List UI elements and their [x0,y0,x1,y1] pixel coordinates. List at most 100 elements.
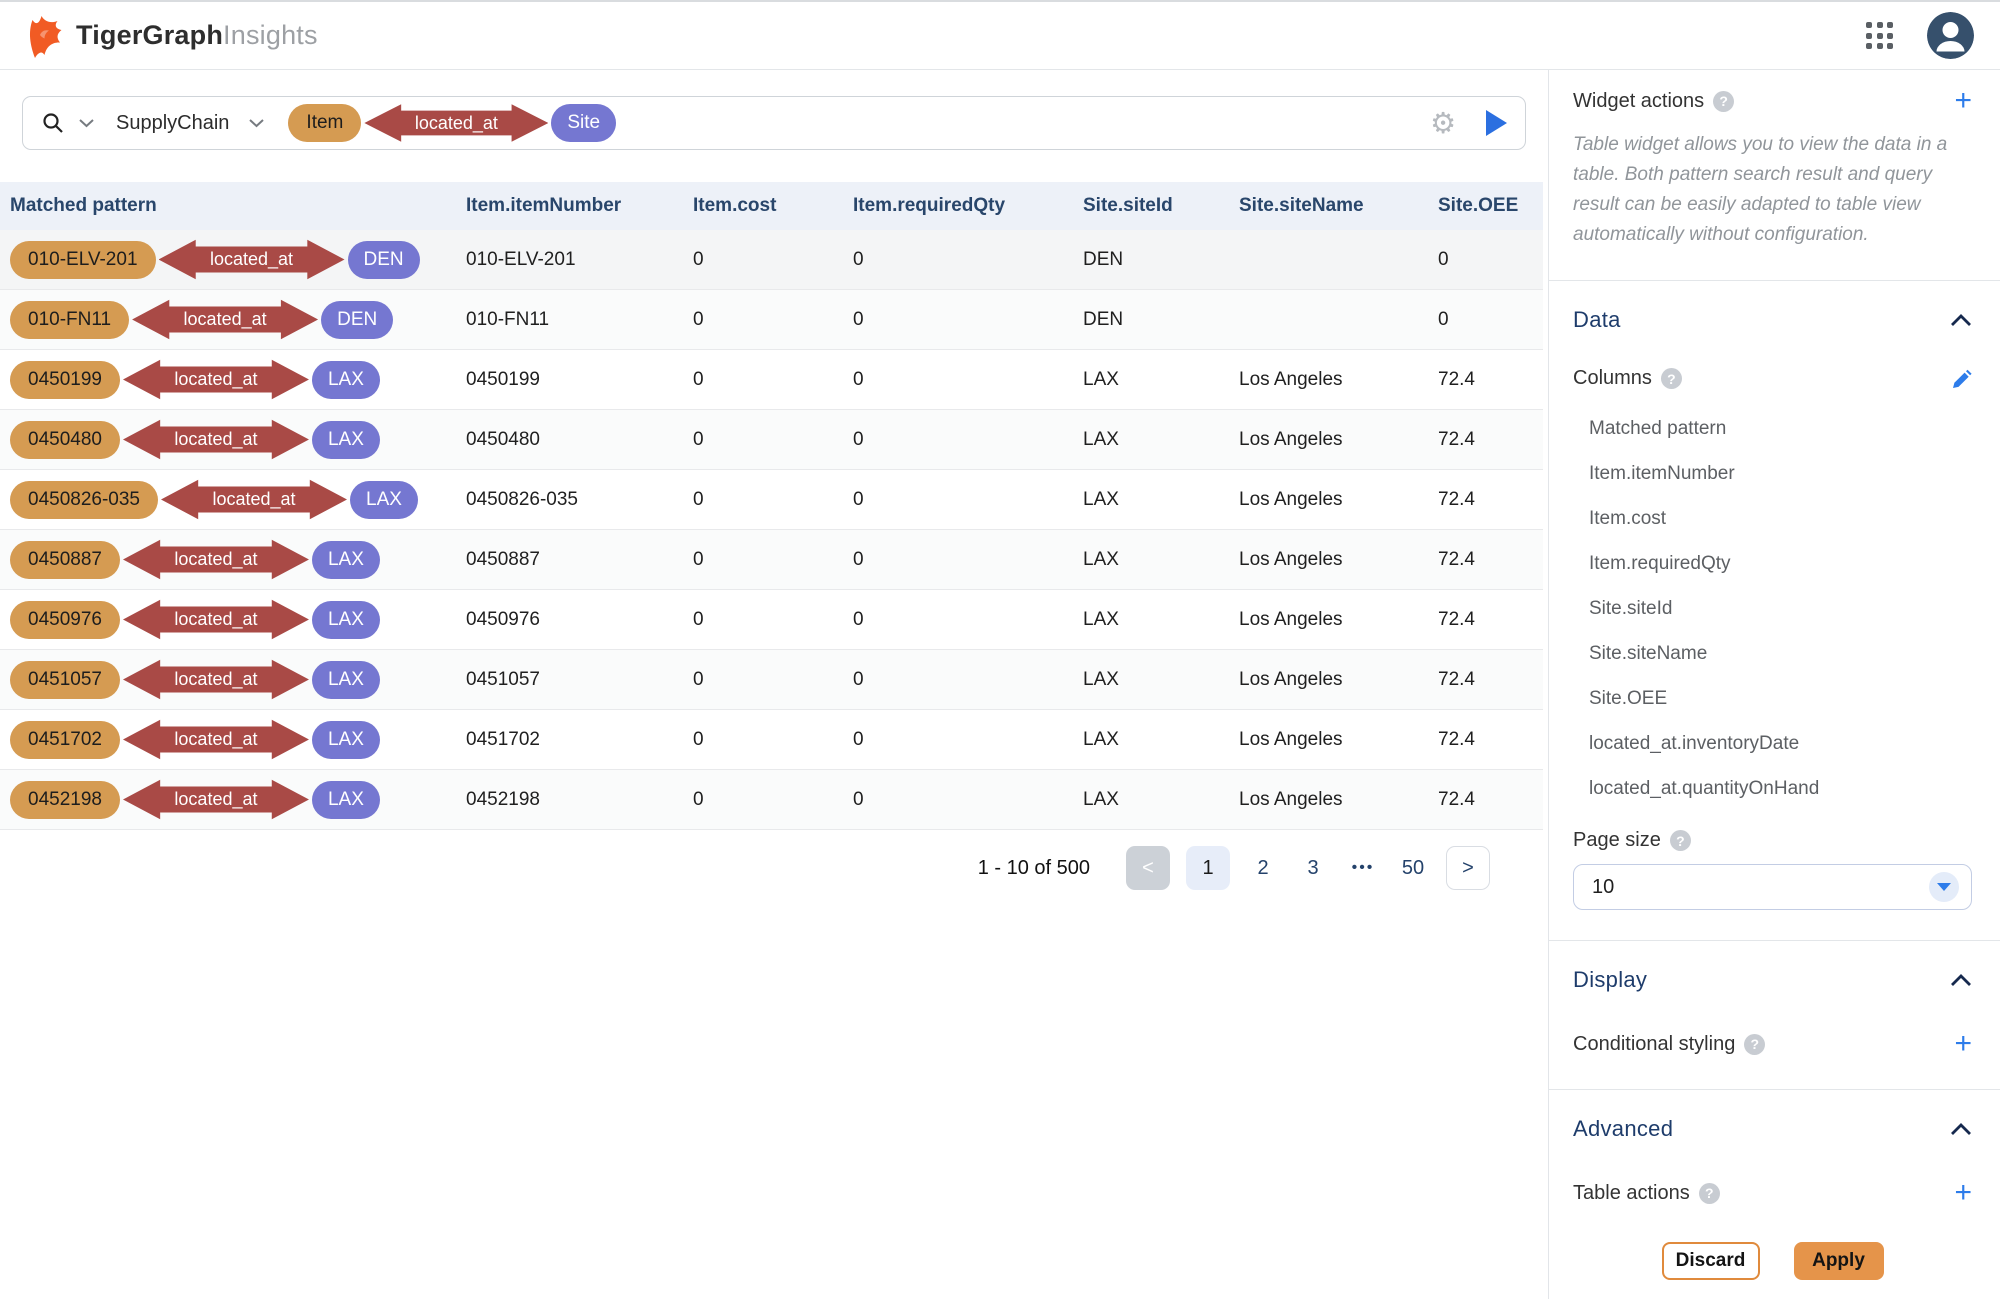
table-row[interactable]: 010-FN11located_atDEN010-FN1100DEN0 [0,290,1543,350]
table-row[interactable]: 0450199located_atLAX045019900LAXLos Ange… [0,350,1543,410]
display-collapse-icon[interactable] [1950,973,1972,987]
cell-oee: 72.4 [1428,729,1543,751]
item-vertex-badge[interactable]: 010-FN11 [10,301,129,339]
discard-button[interactable]: Discard [1662,1242,1760,1280]
cell-oee: 72.4 [1428,549,1543,571]
table-row[interactable]: 0450826-035located_atLAX0450826-03500LAX… [0,470,1543,530]
edit-columns-icon[interactable] [1952,369,1972,389]
user-avatar[interactable] [1927,12,1974,59]
column-header[interactable]: Item.requiredQty [843,195,1073,217]
site-vertex-badge[interactable]: LAX [312,781,380,819]
column-header[interactable]: Item.cost [683,195,843,217]
item-vertex-badge[interactable]: 0451702 [10,721,120,759]
item-vertex-badge[interactable]: 0450199 [10,361,120,399]
page-size-value: 10 [1592,876,1614,899]
pattern-source-badge[interactable]: Item [288,104,361,142]
located-at-edge-badge[interactable]: located_at [132,299,318,341]
graph-selector[interactable]: SupplyChain [116,112,229,135]
item-vertex-badge[interactable]: 0450826-035 [10,481,158,519]
located-at-edge-badge[interactable]: located_at [123,779,309,821]
apps-grid-icon[interactable] [1866,22,1893,49]
table-row[interactable]: 0450976located_atLAX045097600LAXLos Ange… [0,590,1543,650]
sidebar-column-item[interactable]: Site.siteId [1573,586,1972,631]
columns-help-icon[interactable]: ? [1661,368,1682,389]
advanced-collapse-icon[interactable] [1950,1122,1972,1136]
add-widget-action-icon[interactable]: + [1954,86,1972,116]
cell-oee: 72.4 [1428,789,1543,811]
column-header[interactable]: Matched pattern [0,195,456,217]
cell-siteId: LAX [1073,669,1229,691]
cell-siteId: DEN [1073,249,1229,271]
table-row[interactable]: 0452198located_atLAX045219800LAXLos Ange… [0,770,1543,830]
site-vertex-badge[interactable]: LAX [312,601,380,639]
site-vertex-badge[interactable]: LAX [312,421,380,459]
table-body: 010-ELV-201located_atDEN010-ELV-20100DEN… [0,230,1543,830]
pattern-target-badge[interactable]: Site [551,104,616,142]
site-vertex-badge[interactable]: DEN [321,301,393,339]
site-vertex-badge[interactable]: DEN [348,241,420,279]
site-vertex-badge[interactable]: LAX [312,661,380,699]
site-vertex-badge[interactable]: LAX [312,541,380,579]
add-table-action-icon[interactable]: + [1954,1178,1972,1208]
page-button-50[interactable]: 50 [1396,857,1430,880]
widget-actions-help-icon[interactable]: ? [1713,91,1734,112]
pattern-search-bar[interactable]: SupplyChain Item located_at Site ⚙ [22,96,1526,150]
cell-cost: 0 [683,609,843,631]
located-at-edge-badge[interactable]: located_at [123,419,309,461]
sidebar-column-item[interactable]: Item.cost [1573,496,1972,541]
located-at-edge-badge[interactable]: located_at [123,359,309,401]
column-header[interactable]: Site.siteName [1229,195,1428,217]
site-vertex-badge[interactable]: LAX [350,481,418,519]
sidebar-column-item[interactable]: Site.OEE [1573,676,1972,721]
located-at-edge-badge[interactable]: located_at [123,719,309,761]
sidebar-column-item[interactable]: Item.itemNumber [1573,451,1972,496]
run-search-icon[interactable] [1486,110,1507,136]
table-row[interactable]: 0450887located_atLAX045088700LAXLos Ange… [0,530,1543,590]
add-conditional-styling-icon[interactable]: + [1954,1029,1972,1059]
item-vertex-badge[interactable]: 010-ELV-201 [10,241,156,279]
located-at-edge-badge[interactable]: located_at [123,659,309,701]
column-header[interactable]: Site.siteId [1073,195,1229,217]
located-at-edge-badge[interactable]: located_at [123,599,309,641]
located-at-edge-badge[interactable]: located_at [161,479,347,521]
gear-icon[interactable]: ⚙ [1430,109,1456,138]
page-button-3[interactable]: 3 [1296,857,1330,880]
item-vertex-badge[interactable]: 0450887 [10,541,120,579]
sidebar-column-item[interactable]: Matched pattern [1573,406,1972,451]
conditional-styling-help-icon[interactable]: ? [1744,1034,1765,1055]
search-icon[interactable] [41,111,65,135]
table-row[interactable]: 010-ELV-201located_atDEN010-ELV-20100DEN… [0,230,1543,290]
located-at-edge-badge[interactable]: located_at [123,539,309,581]
column-header[interactable]: Site.OEE [1428,195,1543,217]
cell-oee: 72.4 [1428,609,1543,631]
site-vertex-badge[interactable]: LAX [312,721,380,759]
table-actions-help-icon[interactable]: ? [1699,1183,1720,1204]
table-row[interactable]: 0451057located_atLAX045105700LAXLos Ange… [0,650,1543,710]
table-row[interactable]: 0451702located_atLAX045170200LAXLos Ange… [0,710,1543,770]
page-ellipsis[interactable]: ••• [1346,859,1380,877]
page-size-help-icon[interactable]: ? [1670,830,1691,851]
item-vertex-badge[interactable]: 0452198 [10,781,120,819]
page-size-select[interactable]: 10 [1573,864,1972,910]
next-page-button[interactable]: > [1446,846,1490,890]
page-button-2[interactable]: 2 [1246,857,1280,880]
sidebar-column-item[interactable]: Site.siteName [1573,631,1972,676]
graph-selector-chevron-icon[interactable] [249,118,264,128]
prev-page-button[interactable]: < [1126,846,1170,890]
search-mode-chevron-icon[interactable] [79,118,94,128]
sidebar-column-item[interactable]: located_at.quantityOnHand [1573,766,1972,811]
item-vertex-badge[interactable]: 0450976 [10,601,120,639]
sidebar-column-item[interactable]: located_at.inventoryDate [1573,721,1972,766]
sidebar-column-item[interactable]: Item.requiredQty [1573,541,1972,586]
dropdown-arrow-icon[interactable] [1929,872,1959,902]
item-vertex-badge[interactable]: 0451057 [10,661,120,699]
apply-button[interactable]: Apply [1794,1242,1884,1280]
pattern-edge-badge[interactable]: located_at [364,103,548,143]
located-at-edge-badge[interactable]: located_at [159,239,345,281]
site-vertex-badge[interactable]: LAX [312,361,380,399]
page-button-1[interactable]: 1 [1186,846,1230,890]
table-row[interactable]: 0450480located_atLAX045048000LAXLos Ange… [0,410,1543,470]
item-vertex-badge[interactable]: 0450480 [10,421,120,459]
column-header[interactable]: Item.itemNumber [456,195,683,217]
data-collapse-icon[interactable] [1950,313,1972,327]
